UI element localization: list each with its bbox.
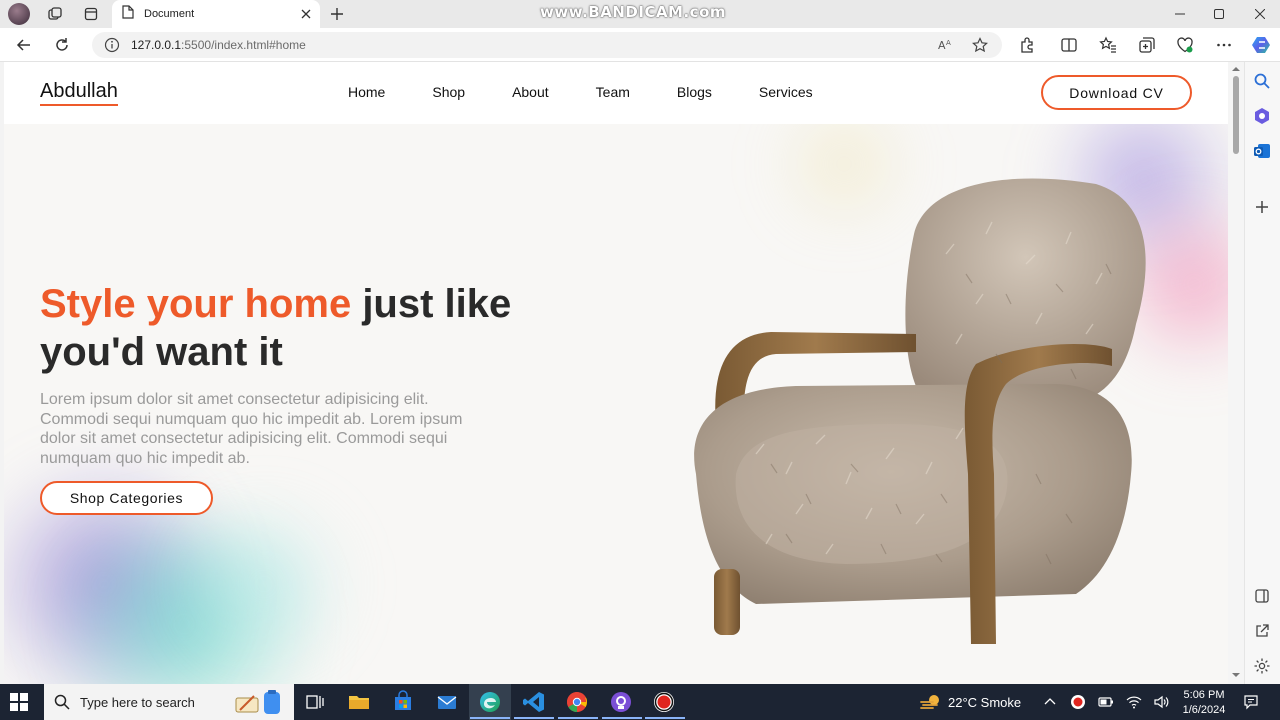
minimize-icon[interactable] [1170, 4, 1190, 24]
scroll-up-icon[interactable] [1231, 65, 1241, 73]
github-running-indicator [602, 717, 642, 719]
scroll-thumb[interactable] [1233, 76, 1239, 154]
file-explorer-icon[interactable] [347, 690, 371, 714]
profile-avatar[interactable] [8, 3, 30, 25]
page-icon [122, 4, 134, 24]
download-cv-button[interactable]: Download CV [1041, 75, 1192, 110]
chrome-icon[interactable] [565, 690, 589, 714]
browser-essentials-icon[interactable] [1176, 36, 1194, 54]
microsoft-store-icon[interactable] [391, 690, 415, 714]
weather-widget[interactable]: 22°C Smoke [920, 693, 1021, 711]
hero-title: Style your home just like you'd want it [40, 280, 600, 376]
refresh-icon[interactable] [52, 35, 72, 55]
site-header: Abdullah Home Shop About Team Blogs Serv… [4, 62, 1228, 124]
svg-text:A: A [938, 39, 946, 52]
armchair-image [694, 178, 1146, 644]
windows-taskbar: Type here to search 22°C Smoke 5:06 PM 1… [0, 684, 1280, 720]
extensions-icon[interactable] [1018, 36, 1036, 54]
browser-tab-bar: Document www.BANDICAM.com [0, 0, 1280, 28]
bandicam-tray-icon[interactable] [1070, 694, 1086, 710]
volume-icon[interactable] [1153, 694, 1169, 710]
favorites-icon[interactable] [1099, 36, 1117, 54]
page-scrollbar[interactable] [1228, 62, 1244, 684]
main-nav: Home Shop About Team Blogs Services [348, 84, 860, 100]
clock-date: 1/6/2024 [1182, 704, 1226, 716]
recorder-watermark: www.BANDICAM.com [540, 3, 727, 21]
web-page: Abdullah Home Shop About Team Blogs Serv… [4, 62, 1228, 684]
hide-sidebar-icon[interactable] [1253, 587, 1271, 605]
clock-time: 5:06 PM [1183, 689, 1225, 701]
new-tab-icon[interactable] [328, 5, 346, 23]
nav-shop[interactable]: Shop [432, 84, 465, 100]
split-screen-icon[interactable] [1060, 36, 1078, 54]
taskbar-search-box[interactable]: Type here to search [44, 684, 294, 720]
search-placeholder: Type here to search [80, 694, 195, 710]
mail-icon[interactable] [435, 690, 459, 714]
system-clock[interactable]: 5:06 PM 1/6/2024 [1176, 688, 1232, 718]
close-tab-icon[interactable] [298, 6, 314, 22]
wifi-icon[interactable] [1126, 694, 1142, 710]
restore-icon[interactable] [1209, 4, 1229, 24]
vscode-icon[interactable] [522, 690, 546, 714]
weather-text: 22°C Smoke [948, 694, 1022, 710]
battery-icon[interactable] [1098, 694, 1114, 710]
site-info-icon[interactable] [104, 37, 120, 53]
github-desktop-icon[interactable] [609, 690, 633, 714]
open-external-icon[interactable] [1253, 622, 1271, 640]
shopping-icon[interactable] [1253, 107, 1271, 125]
more-options-icon[interactable] [1215, 36, 1233, 54]
url-field[interactable]: 127.0.0.1:5500/index.html#home AA [92, 32, 1002, 58]
task-view-icon[interactable] [303, 690, 327, 714]
search-icon[interactable] [1253, 72, 1271, 90]
search-highlight-icon [235, 690, 280, 714]
scroll-down-icon[interactable] [1231, 671, 1241, 679]
shop-categories-button[interactable]: Shop Categories [40, 481, 213, 515]
nav-blogs[interactable]: Blogs [677, 84, 712, 100]
hero-description: Lorem ipsum dolor sit amet consectetur a… [40, 391, 463, 467]
hero-section: Style your home just like you'd want it … [4, 124, 1228, 684]
edge-sidebar [1244, 62, 1280, 684]
svg-text:A: A [946, 39, 951, 47]
workspaces-icon[interactable] [44, 4, 66, 24]
edge-running-indicator [470, 717, 510, 719]
bandicam-record-icon[interactable] [652, 690, 676, 714]
outlook-icon[interactable] [1253, 142, 1271, 160]
tab-document[interactable]: Document [112, 0, 320, 28]
collections-icon[interactable] [1138, 36, 1156, 54]
nav-about[interactable]: About [512, 84, 549, 100]
vscode-running-indicator [514, 717, 554, 719]
nav-home[interactable]: Home [348, 84, 385, 100]
url-path: :5500/index.html#home [181, 38, 306, 52]
favorite-star-icon[interactable] [972, 37, 988, 53]
back-arrow-icon[interactable] [14, 35, 34, 55]
watercolor-wash [164, 504, 364, 664]
windows-start-icon[interactable] [10, 693, 28, 711]
site-logo[interactable]: Abdullah [40, 80, 118, 106]
chrome-running-indicator [558, 717, 598, 719]
copilot-icon[interactable] [1251, 34, 1273, 56]
tab-title: Document [144, 8, 195, 20]
bandicam-running-indicator [645, 717, 685, 719]
tab-actions-icon[interactable] [80, 4, 102, 24]
hero-title-accent: Style your home [40, 282, 352, 326]
nav-services[interactable]: Services [759, 84, 813, 100]
weather-smoke-icon [920, 695, 939, 709]
add-icon[interactable] [1253, 198, 1271, 216]
search-icon [54, 694, 70, 710]
edge-browser-icon[interactable] [478, 690, 502, 714]
address-toolbar: 127.0.0.1:5500/index.html#home AA [0, 28, 1280, 62]
notifications-icon[interactable] [1243, 694, 1259, 710]
nav-team[interactable]: Team [596, 84, 630, 100]
show-hidden-icons-icon[interactable] [1042, 694, 1058, 710]
url-text: 127.0.0.1:5500/index.html#home [131, 38, 306, 52]
close-window-icon[interactable] [1250, 4, 1270, 24]
url-host: 127.0.0.1 [131, 38, 182, 52]
read-aloud-icon[interactable]: AA [938, 37, 954, 53]
settings-gear-icon[interactable] [1253, 657, 1271, 675]
